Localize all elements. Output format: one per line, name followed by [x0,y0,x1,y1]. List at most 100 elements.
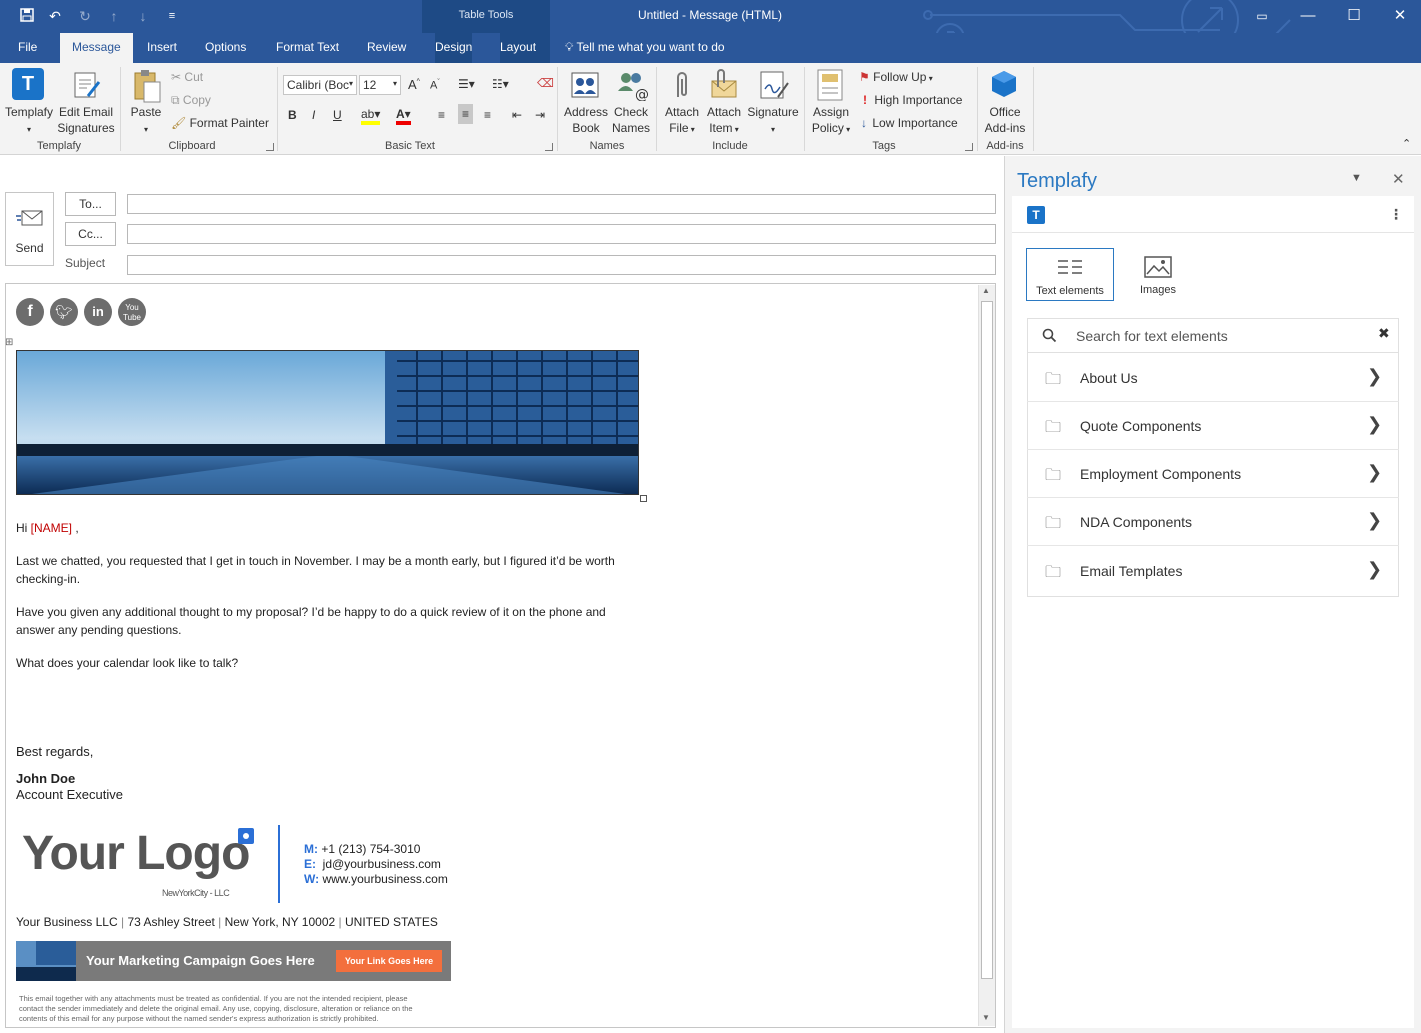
linkedin-icon[interactable]: in [84,298,112,326]
decrease-indent-icon[interactable]: ⇤ [512,108,522,122]
resize-handle-icon[interactable] [640,495,647,502]
tell-me-box[interactable]: 💡︎ Tell me what you want to do [565,40,725,55]
templafy-button[interactable]: Templafy ▾ [2,104,56,138]
address-book-icon [571,72,599,98]
marketing-banner[interactable]: Your Marketing Campaign Goes Here Your L… [16,941,451,981]
previous-item-icon[interactable]: ↑ [105,7,123,25]
tab-insert[interactable]: Insert [147,40,177,54]
tab-text-elements[interactable]: Text elements [1026,248,1114,301]
clear-formatting-icon[interactable]: ⌫ [537,76,554,90]
email-value[interactable]: jd@yourbusiness.com [323,857,441,871]
numbering-icon[interactable]: ☷▾ [492,77,509,91]
tab-options[interactable]: Options [205,40,246,54]
underline-button[interactable]: U [333,108,342,122]
close-window-button[interactable]: ✕ [1385,4,1415,28]
cc-button[interactable]: Cc... [65,222,116,246]
tab-format-text[interactable]: Format Text [276,40,339,54]
bold-button[interactable]: B [288,108,297,122]
disclaimer-line-2: contact the sender immediately and delet… [19,1004,413,1013]
address-book-button[interactable]: Address Book [563,104,609,136]
folder-row-nda-components[interactable]: 🗀︎ NDA Components ❯ [1027,498,1399,546]
ribbon-display-options-icon[interactable]: ▭ [1247,4,1277,28]
edit-sig-label-1: Edit Email [58,105,114,119]
tab-file[interactable]: File [18,40,37,54]
clear-search-icon[interactable]: ✖ [1378,325,1390,342]
folder-icon: 🗀︎ [1045,371,1062,388]
high-importance-button[interactable]: ! High Importance [859,93,962,107]
office-add-ins-button[interactable]: Office Add-ins [980,104,1030,136]
increase-indent-icon[interactable]: ⇥ [535,108,545,122]
office-label-2: Add-ins [984,121,1026,135]
scroll-up-icon[interactable]: ▲ [982,286,990,295]
attach-file-button[interactable]: Attach File ▾ [661,104,703,138]
youtube-icon[interactable]: You Tube [118,298,146,326]
cc-field[interactable] [127,224,996,244]
tab-layout[interactable]: Layout [500,33,550,63]
attach-item-button[interactable]: Attach Item ▾ [703,104,745,138]
check-names-button[interactable]: Check Names [610,104,652,136]
undo-icon[interactable]: ↶ [46,7,64,25]
grow-font-icon[interactable]: A^ [408,77,420,92]
bullets-icon[interactable]: ☰▾ [458,77,475,91]
maximize-button[interactable]: ☐ [1339,4,1369,28]
highlight-icon[interactable]: ab▾ [361,107,381,125]
align-center-icon[interactable]: ≡ [458,104,474,124]
align-left-icon[interactable]: ≡ [438,108,445,122]
folder-row-email-templates[interactable]: 🗀︎ Email Templates ❯ [1027,547,1399,595]
body-scrollbar[interactable]: ▲ ▼ [978,285,995,1026]
folder-row-employment-components[interactable]: 🗀︎ Employment Components ❯ [1027,450,1399,498]
font-name-combo[interactable]: Calibri (Boc ▾ [283,75,357,95]
tab-message[interactable]: Message [60,33,133,63]
font-name-value: Calibri (Boc [287,78,350,92]
customize-toolbar-icon[interactable]: ≡ [163,7,181,25]
tab-review[interactable]: Review [367,40,406,54]
copy-button[interactable]: ⧉ Copy [171,93,211,108]
templafy-logo-icon[interactable]: T [12,68,44,100]
folder-row-quote-components[interactable]: 🗀︎ Quote Components ❯ [1027,402,1399,450]
minimize-button[interactable]: — [1293,4,1323,28]
low-importance-button[interactable]: ↓ Low Importance [859,116,958,130]
images-label: Images [1139,284,1177,296]
font-color-icon[interactable]: A▾ [396,107,411,125]
format-painter-button[interactable]: 🖌︎ Format Painter [171,116,269,130]
collapse-ribbon-icon[interactable]: ⌃ [1402,137,1411,150]
edit-email-signatures-button[interactable]: Edit Email Signatures [56,104,116,136]
subject-field[interactable] [127,255,996,275]
folder-row-about-us[interactable]: 🗀︎ About Us ❯ [1027,354,1399,402]
subject-label: Subject [65,256,106,270]
tab-design[interactable]: Design [435,33,473,63]
signature-button[interactable]: Signature ▾ [746,104,800,138]
to-field[interactable] [127,194,996,214]
twitter-icon[interactable]: 🐦︎ [50,298,78,326]
tags-dialog-launcher-icon[interactable] [965,143,973,151]
header-banner-image[interactable] [16,350,639,495]
shrink-font-icon[interactable]: Aˇ [430,79,440,92]
banner-link-button[interactable]: Your Link Goes Here [336,950,442,972]
paste-button[interactable]: Paste ▾ [126,104,166,138]
tab-images[interactable]: Images [1118,248,1198,301]
cut-button[interactable]: ✂ Cut [171,70,203,84]
basic-text-dialog-launcher-icon[interactable] [545,143,553,151]
next-item-icon[interactable]: ↓ [134,7,152,25]
search-box[interactable]: Search for text elements ✖ [1027,318,1399,353]
web-value[interactable]: www.yourbusiness.com [322,872,447,886]
name-placeholder: [NAME] [30,521,73,535]
more-options-icon[interactable]: ⋮ [1389,206,1403,223]
send-button[interactable]: Send [5,192,54,266]
assign-policy-button[interactable]: Assign Policy ▾ [808,104,854,138]
save-icon[interactable] [18,7,36,25]
facebook-icon[interactable]: f [16,298,44,326]
redo-icon[interactable]: ↻ [76,7,94,25]
clipboard-dialog-launcher-icon[interactable] [266,143,274,151]
search-input[interactable]: Search for text elements [1076,328,1228,344]
italic-button[interactable]: I [312,108,315,122]
scrollbar-thumb[interactable] [981,301,993,979]
align-right-icon[interactable]: ≡ [484,108,491,122]
follow-up-button[interactable]: ⚑ Follow Up ▾ [859,70,933,84]
font-size-combo[interactable]: 12 ▾ [359,75,401,95]
table-move-handle-icon[interactable]: ⊞ [5,337,13,348]
pane-options-icon[interactable]: ▼ [1351,172,1362,184]
scroll-down-icon[interactable]: ▼ [982,1013,990,1022]
pane-close-icon[interactable]: ✕ [1392,170,1405,188]
to-button[interactable]: To... [65,192,116,216]
